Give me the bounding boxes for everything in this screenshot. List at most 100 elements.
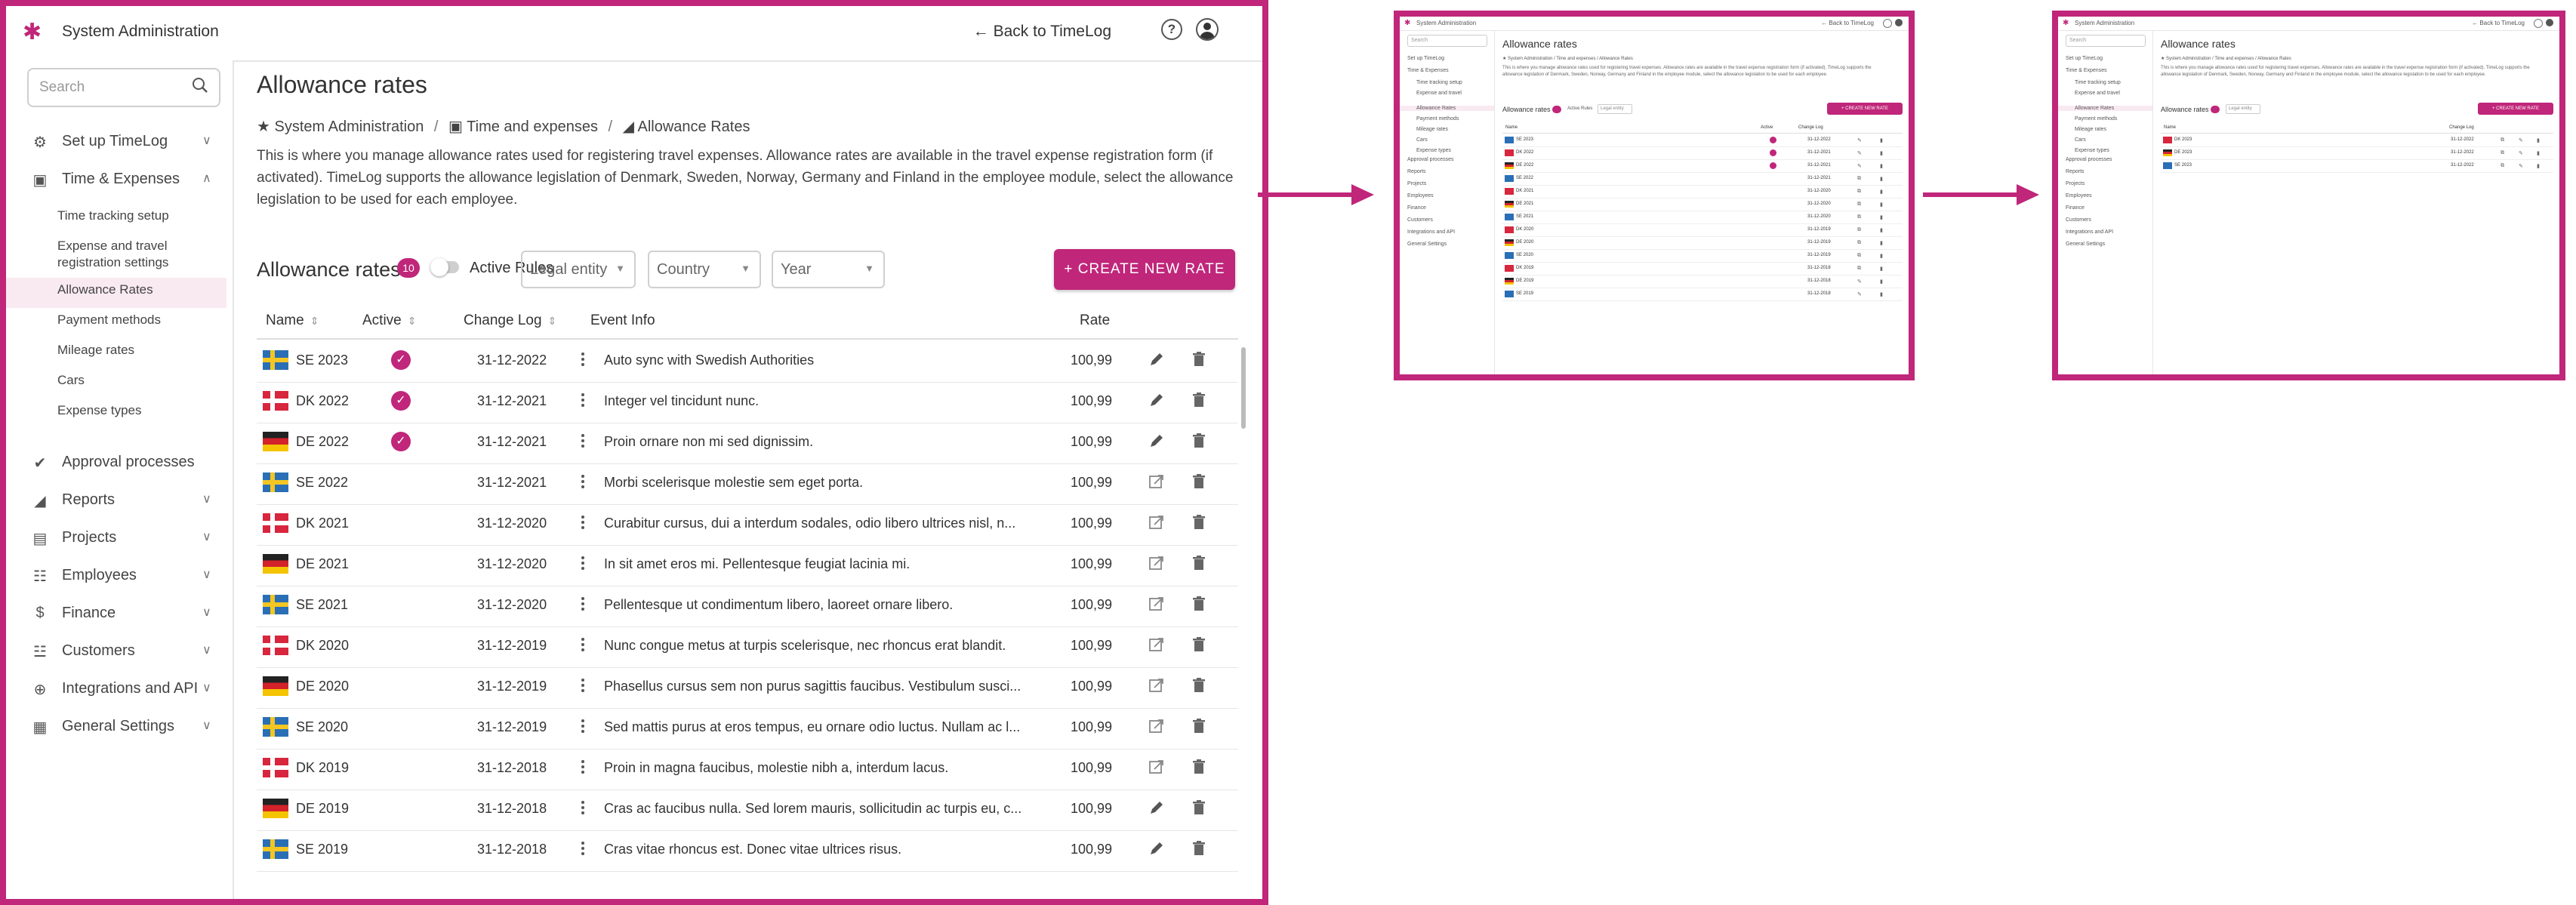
table-row[interactable]: DK 2022 ✓ 31-12-2021 Integer vel tincidu… [257,380,1238,423]
year-select[interactable]: Year ▼ [772,251,885,288]
sidebar-subitem[interactable]: Time tracking setup [6,204,226,234]
trash-icon[interactable]: ▮ [1880,240,1883,246]
pencil-icon[interactable]: ✎ [2519,137,2523,143]
legal-entity-select[interactable]: Legal entity [2226,104,2260,114]
trash-icon[interactable] [1190,391,1208,409]
breadcrumb-item[interactable]: System Administration [275,119,424,135]
sidebar-item-integrations[interactable]: Integrations and API [1407,229,1455,235]
sidebar-subitem[interactable]: Expense types [6,399,226,429]
kebab-menu-icon[interactable] [581,758,587,776]
trash-icon[interactable]: ▮ [2537,163,2540,169]
pencil-icon[interactable]: ✎ [1857,279,1862,285]
sidebar-item-projects[interactable]: Projects [2066,181,2085,186]
trash-icon[interactable]: ▮ [1880,137,1883,143]
open-in-new-icon[interactable] [1148,636,1166,654]
sidebar-subitem[interactable]: Payment methods [2075,116,2117,122]
sidebar-subitem[interactable]: Allowance Rates [2058,106,2152,111]
table-row[interactable]: SE 2023 ✓ 31-12-2022 Auto sync with Swed… [257,340,1238,383]
table-row[interactable]: SE 2023 31-12-2022 ✎ ▮ [1502,134,1903,147]
table-row[interactable]: SE 2019 31-12-2018 Cras vitae rhoncus es… [257,829,1238,872]
open-in-new-icon[interactable]: ⧉ [1857,176,1861,182]
table-row[interactable]: DK 2021 31-12-2020 ⧉ ▮ [1502,186,1903,199]
sidebar-item-approval[interactable]: Approval processes [2066,157,2112,162]
table-row[interactable]: DE 2020 31-12-2019 ⧉ ▮ [1502,237,1903,250]
trash-icon[interactable]: ▮ [1880,189,1883,195]
kebab-menu-icon[interactable] [581,839,587,857]
sidebar-item-integrations[interactable]: Integrations and API [2066,229,2113,235]
create-new-rate-button[interactable]: + CREATE NEW RATE [1827,103,1903,115]
open-in-new-icon[interactable]: ⧉ [1857,214,1861,220]
sidebar-item-time-expenses[interactable]: Time & Expenses [1407,68,1449,73]
sidebar-item-general[interactable]: General Settings [1407,242,1447,247]
table-row[interactable]: DK 2021 31-12-2020 Curabitur cursus, dui… [257,503,1238,546]
kebab-menu-icon[interactable] [581,473,587,491]
table-row[interactable]: SE 2020 31-12-2019 Sed mattis purus at e… [257,706,1238,750]
sidebar-subitem[interactable]: Payment methods [6,308,226,338]
sidebar-item-finance[interactable]: Finance [2066,205,2085,211]
pencil-icon[interactable] [1148,391,1166,409]
sidebar-item-approval[interactable]: ✔ Approval processes [6,454,233,484]
open-in-new-icon[interactable] [1148,676,1166,694]
trash-icon[interactable] [1190,554,1208,572]
sidebar-item-approval[interactable]: Approval processes [1407,157,1453,162]
breadcrumb-item[interactable]: Time and expenses [467,119,598,135]
trash-icon[interactable]: ▮ [2537,137,2540,143]
kebab-menu-icon[interactable] [581,554,587,572]
sidebar-item-reports[interactable]: ◢ Reports ∨ [6,491,233,522]
sidebar-item-customers[interactable]: Customers [1407,217,1433,223]
trash-icon[interactable] [1190,432,1208,450]
sidebar-subitem[interactable]: Time tracking setup [2075,80,2121,85]
kebab-menu-icon[interactable] [581,350,587,368]
trash-icon[interactable]: ▮ [1880,266,1883,272]
sidebar-item-time-expenses[interactable]: Time & Expenses [2066,68,2107,73]
country-select[interactable]: Country ▼ [648,251,761,288]
pencil-icon[interactable]: ✎ [1857,150,1862,156]
sidebar-item-integrations[interactable]: ⊕ Integrations and API ∨ [6,680,233,710]
table-row[interactable]: DE 2020 31-12-2019 Phasellus cursus sem … [257,666,1238,709]
active-rules-toggle[interactable] [430,258,459,276]
pencil-icon[interactable] [1148,839,1166,857]
pencil-icon[interactable] [1148,350,1166,368]
trash-icon[interactable]: ▮ [1880,253,1883,259]
open-in-new-icon[interactable]: ⧉ [1857,189,1861,195]
trash-icon[interactable] [1190,839,1208,857]
trash-icon[interactable]: ▮ [1880,214,1883,220]
table-row[interactable]: SE 2022 31-12-2021 Morbi scelerisque mol… [257,462,1238,505]
open-in-new-icon[interactable] [1148,595,1166,613]
trash-icon[interactable] [1190,799,1208,817]
help-icon[interactable]: ? [1161,19,1182,40]
back-to-timelog-link[interactable]: ← Back to TimeLog [1821,20,1874,26]
search-input[interactable]: Search [27,68,220,107]
sidebar-item-reports[interactable]: Reports [2066,169,2085,174]
kebab-menu-icon[interactable] [581,432,587,450]
open-in-new-icon[interactable]: ⧉ [1857,253,1861,259]
sidebar-item-finance[interactable]: Finance [1407,205,1426,211]
search-input[interactable]: Search [2066,35,2146,47]
open-in-new-icon[interactable]: ⧉ [2501,163,2504,169]
pencil-icon[interactable]: ✎ [1857,291,1862,297]
open-in-new-icon[interactable]: ⧉ [1857,202,1861,208]
kebab-menu-icon[interactable] [581,391,587,409]
pencil-icon[interactable] [1148,799,1166,817]
column-header-name[interactable]: Name ⇕ [266,312,319,329]
open-in-new-icon[interactable]: ⧉ [2501,137,2504,143]
legal-entity-select[interactable]: Legal entity [1598,104,1632,114]
pencil-icon[interactable]: ✎ [2519,163,2523,169]
create-new-rate-button[interactable]: + CREATE NEW RATE [2478,103,2553,115]
sidebar-subitem[interactable]: Expense and travel registration settings [6,234,226,278]
table-row[interactable]: SE 2023 31-12-2022 ⧉ ✎ ▮ [2161,160,2553,173]
trash-icon[interactable] [1190,636,1208,654]
table-row[interactable]: SE 2022 31-12-2021 ⧉ ▮ [1502,173,1903,186]
trash-icon[interactable]: ▮ [2537,150,2540,156]
table-row[interactable]: DE 2022 31-12-2021 ✎ ▮ [1502,160,1903,173]
trash-icon[interactable] [1190,717,1208,735]
table-row[interactable]: SE 2019 31-12-2018 ✎ ▮ [1502,288,1903,301]
open-in-new-icon[interactable]: ⧉ [1857,240,1861,246]
open-in-new-icon[interactable]: ⧉ [1857,266,1861,272]
sidebar-item-setup[interactable]: ⚙ Set up TimeLog ∨ [6,133,233,163]
trash-icon[interactable]: ▮ [1880,163,1883,169]
pencil-icon[interactable]: ✎ [1857,137,1862,143]
table-row[interactable]: DE 2021 31-12-2020 In sit amet eros mi. … [257,543,1238,586]
sidebar-subitem[interactable]: Mileage rates [1416,127,1448,132]
trash-icon[interactable] [1190,350,1208,368]
